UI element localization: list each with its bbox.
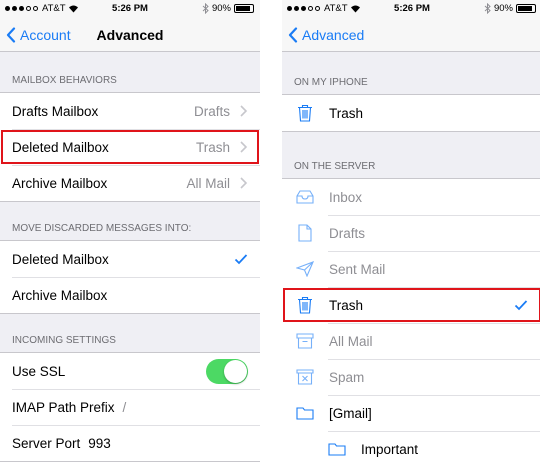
trash-icon [296, 296, 314, 314]
navigation-bar: Account Advanced [0, 18, 260, 52]
important-folder-row[interactable]: Important [282, 431, 540, 462]
mailbox-label: All Mail [329, 333, 373, 349]
discard-to-deleted-row[interactable]: Deleted Mailbox [0, 241, 260, 277]
row-label: IMAP Path Prefix [12, 399, 115, 415]
back-button-label: Account [20, 27, 71, 43]
on-my-iphone-group: Trash [282, 94, 540, 132]
all-mail-row[interactable]: All Mail [282, 323, 540, 359]
mailbox-behaviors-header: MAILBOX BEHAVIORS [12, 75, 117, 86]
mailbox-label: Inbox [329, 189, 363, 205]
incoming-settings-group: Use SSL IMAP Path Prefix / Server Port 9… [0, 352, 260, 462]
row-label: Archive Mailbox [12, 287, 108, 303]
folder-icon [296, 404, 314, 422]
chevron-right-icon [240, 141, 248, 153]
row-value: Drafts [193, 103, 230, 119]
mailbox-label: Trash [329, 297, 364, 313]
use-ssl-toggle[interactable] [206, 358, 248, 384]
battery-fill [518, 6, 533, 11]
mailbox-label: Trash [329, 105, 364, 121]
incoming-settings-header: INCOMING SETTINGS [12, 335, 116, 346]
checkmark-icon [234, 254, 248, 265]
junk-box-icon [296, 368, 314, 386]
chevron-left-icon [6, 27, 16, 43]
battery-icon [516, 4, 536, 13]
row-label: Archive Mailbox [12, 175, 108, 191]
trash-icon [296, 104, 314, 122]
server-port-field[interactable]: 993 [88, 436, 111, 451]
server-port-row[interactable]: Server Port 993 [0, 425, 260, 461]
drafts-mailbox-row[interactable]: Drafts Mailbox Drafts [0, 93, 260, 129]
folder-icon [328, 440, 346, 458]
battery-percent: 90% [211, 3, 231, 14]
back-button[interactable]: Advanced [288, 18, 364, 52]
chevron-left-icon [288, 27, 298, 43]
document-icon [296, 224, 314, 242]
on-my-iphone-header: ON MY IPHONE [294, 77, 368, 88]
back-button[interactable]: Account [6, 18, 71, 52]
on-the-server-header: ON THE SERVER [294, 161, 376, 172]
discarded-messages-header: MOVE DISCARDED MESSAGES INTO: [12, 223, 192, 234]
row-label: Drafts Mailbox [12, 103, 99, 119]
local-trash-row[interactable]: Trash [282, 95, 540, 131]
imap-path-prefix-field[interactable]: / [123, 400, 127, 415]
row-value: Trash [195, 139, 230, 155]
checkmark-icon [514, 300, 528, 311]
back-button-label: Advanced [302, 27, 365, 43]
chevron-right-icon [240, 177, 248, 189]
archive-box-icon [296, 332, 314, 350]
status-right: 90% [202, 3, 254, 14]
mailbox-behaviors-group: Drafts Mailbox Drafts Deleted Mailbox Tr… [0, 92, 260, 202]
row-value: All Mail [186, 175, 230, 191]
chevron-right-icon [240, 105, 248, 117]
mailbox-label: Important [361, 441, 419, 457]
server-trash-row[interactable]: Trash [282, 287, 540, 323]
inbox-icon [296, 188, 314, 206]
row-label: Deleted Mailbox [12, 139, 109, 155]
battery-icon [234, 4, 254, 13]
inbox-row[interactable]: Inbox [282, 179, 540, 215]
advanced-settings-screen: AT&T 5:26 PM 90% Account Advanced MAILBO… [0, 0, 260, 462]
deleted-mailbox-screen: AT&T 5:26 PM 90% Advanced ON MY IPHONE T… [282, 0, 540, 462]
imap-path-prefix-row[interactable]: IMAP Path Prefix / [0, 389, 260, 425]
discard-to-archive-row[interactable]: Archive Mailbox [0, 277, 260, 313]
bluetooth-icon [202, 3, 209, 14]
navigation-bar: Advanced [282, 18, 540, 52]
row-label: Deleted Mailbox [12, 251, 109, 267]
sent-mail-row[interactable]: Sent Mail [282, 251, 540, 287]
drafts-row[interactable]: Drafts [282, 215, 540, 251]
status-bar: AT&T 5:26 PM 90% [0, 0, 260, 18]
row-label: Use SSL [12, 363, 66, 379]
gmail-folder-row[interactable]: [Gmail] [282, 395, 540, 431]
paper-plane-icon [296, 260, 314, 278]
mailbox-label: [Gmail] [329, 405, 372, 421]
archive-mailbox-row[interactable]: Archive Mailbox All Mail [0, 165, 260, 201]
mailbox-label: Spam [329, 369, 365, 385]
row-label: Server Port [12, 435, 81, 451]
battery-percent: 90% [493, 3, 513, 14]
status-right: 90% [484, 3, 536, 14]
mailbox-label: Drafts [329, 225, 366, 241]
mailbox-label: Sent Mail [329, 261, 386, 277]
discarded-messages-group: Deleted Mailbox Archive Mailbox [0, 240, 260, 314]
spam-row[interactable]: Spam [282, 359, 540, 395]
toggle-knob [224, 359, 247, 383]
battery-fill [236, 6, 251, 11]
bluetooth-icon [484, 3, 491, 14]
status-bar: AT&T 5:26 PM 90% [282, 0, 540, 18]
use-ssl-row: Use SSL [0, 353, 260, 389]
on-the-server-group: Inbox Drafts Sent Mail Trash All Mail Sp… [282, 178, 540, 462]
deleted-mailbox-row[interactable]: Deleted Mailbox Trash [0, 129, 260, 165]
